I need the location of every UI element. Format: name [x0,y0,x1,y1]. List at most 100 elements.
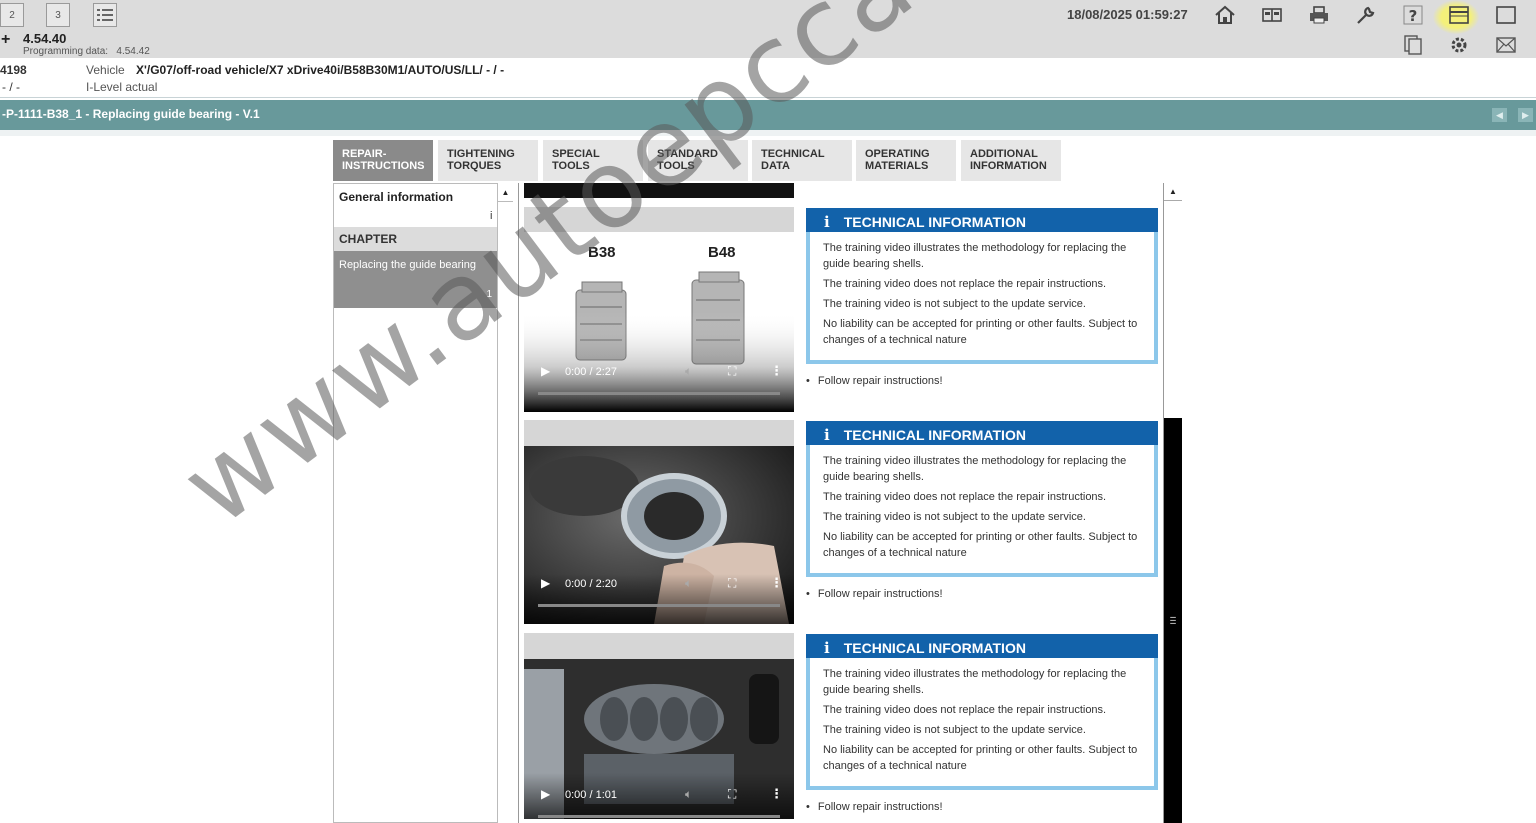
chapter-panel: General information i CHAPTER Replacing … [333,183,513,823]
technical-info-body: The training video illustrates the metho… [810,445,1154,573]
more-options-icon[interactable]: ⋮ [770,575,783,591]
technical-info-box-1: i TECHNICAL INFORMATION The training vide… [806,208,1158,364]
technical-info-body: The training video illustrates the metho… [810,658,1154,786]
info-icon: i [824,426,830,444]
technical-info-line: The training video illustrates the metho… [823,668,1127,696]
technical-info-line: The training video does not replace the … [823,491,1107,503]
chapter-item-label: Replacing the guide bearing [339,259,476,271]
window-button-3[interactable]: 3 [46,3,70,27]
technical-info-line: The training video is not subject to the… [823,724,1086,736]
display-button[interactable] [1446,3,1472,27]
video-progress-bar[interactable] [538,815,780,818]
video-time: 0:00 / 2:20 [565,578,617,590]
vehicle-value: X'/G07/off-road vehicle/X7 xDrive40i/B58… [136,63,505,77]
technical-info-line: The training video is not subject to the… [823,298,1086,310]
technical-info-body: The training video illustrates the metho… [810,232,1154,360]
maximize-icon [1496,6,1516,24]
service-button[interactable] [1353,3,1379,27]
document-titlebar: -P-1111-B38_1 - Replacing guide bearing … [0,100,1536,130]
previous-button[interactable]: ◀ [1492,108,1507,122]
video-progress-bar[interactable] [538,392,780,395]
play-icon[interactable]: ▶ [541,364,550,378]
video-player-1[interactable]: B38 B48 ▶ 0:00 / 2:27 🔈︎ ⛶ ⋮ [524,232,794,412]
video-player-2[interactable]: ▶ 0:00 / 2:20 🔈︎ ⛶ ⋮ [524,420,794,624]
play-icon[interactable]: ▶ [541,787,550,801]
next-button[interactable]: ▶ [1518,108,1533,122]
window-button-2[interactable]: 2 [0,3,24,27]
tab-special-tools[interactable]: SPECIAL TOOLS [543,140,643,181]
technical-info-line: The training video does not replace the … [823,278,1107,290]
tab-tightening-torques[interactable]: TIGHTENING TORQUES [438,140,538,181]
follow-instructions-note: Follow repair instructions! [806,375,943,387]
technical-info-line: The training video illustrates the metho… [823,242,1127,270]
scroll-up-button[interactable]: ▲ [1164,183,1182,201]
arrow-up-icon: ▲ [1169,187,1177,196]
more-options-icon[interactable]: ⋮ [770,786,783,802]
tab-technical-data[interactable]: TECHNICAL DATA [752,140,852,181]
book-icon [1262,8,1282,22]
list-button[interactable] [93,3,117,27]
grip-icon: – – – [1170,612,1176,629]
programming-data: Programming data: 4.54.42 [23,46,150,57]
technical-info-box-2: i TECHNICAL INFORMATION The training vide… [806,421,1158,577]
fullscreen-icon[interactable]: ⛶ [728,787,736,802]
technical-info-line: The training video is not subject to the… [823,511,1086,523]
arrow-up-icon: ▲ [501,188,510,197]
video-header-strip [524,420,794,446]
more-options-icon[interactable]: ⋮ [770,363,783,379]
toolbar: 2 3 18/08/2025 01:59:27 ? + 4.54.40 Prog… [0,0,1536,58]
print-button[interactable] [1306,3,1332,27]
help-button[interactable]: ? [1400,3,1426,27]
general-information-marker: i [490,210,493,222]
vehicle-dashes: - / - [2,80,20,94]
video-player-3[interactable]: ▶ 0:00 / 1:01 🔈︎ ⛶ ⋮ [524,633,794,819]
gear-icon [1451,37,1467,53]
manual-button[interactable] [1259,3,1285,27]
chapter-item-replacing-guide-bearing[interactable]: Replacing the guide bearing 1 [334,251,497,308]
volume-icon[interactable]: 🔈︎ [685,576,692,591]
chapter-scroll-up[interactable]: ▲ [497,184,513,202]
window-icon [1449,6,1469,24]
technical-info-header: i TECHNICAL INFORMATION [806,421,1158,445]
mail-button[interactable] [1493,33,1519,57]
technical-info-line: The training video does not replace the … [823,704,1107,716]
tab-repair-instructions[interactable]: REPAIR- INSTRUCTIONS [333,140,433,181]
programming-data-value: 4.54.42 [116,46,150,57]
volume-icon[interactable]: 🔈︎ [685,364,692,379]
home-icon [1215,5,1235,24]
home-button[interactable] [1212,3,1238,27]
ilevel-label: I-Level actual [86,80,158,94]
tab-additional-information[interactable]: ADDITIONAL INFORMATION [961,140,1061,181]
version-number: 4.54.40 [23,31,67,46]
fullscreen-icon[interactable]: ⛶ [728,576,736,591]
help-icon: ? [1403,5,1423,25]
general-information-link[interactable]: General information [339,190,453,204]
fullscreen-icon[interactable]: ⛶ [728,364,736,379]
play-icon[interactable]: ▶ [541,576,550,590]
info-icon: i [824,213,830,231]
tab-operating-materials[interactable]: OPERATING MATERIALS [856,140,956,181]
technical-info-line: No liability can be accepted for printin… [823,744,1138,772]
svg-text:?: ? [1409,7,1418,25]
technical-info-line: No liability can be accepted for printin… [823,318,1138,346]
engine-illustration [524,271,794,412]
mail-icon [1496,37,1516,53]
add-icon[interactable]: + [1,31,10,49]
scrollbar-thumb[interactable]: – – – [1164,418,1182,823]
list-icon [97,9,113,21]
content-scrollbar[interactable]: ▲ – – – [1163,183,1182,823]
video-controls [524,411,794,412]
programming-data-label: Programming data: [23,46,109,57]
technical-info-line: No liability can be accepted for printin… [823,531,1138,559]
document-button[interactable] [1400,33,1426,57]
technical-info-header: i TECHNICAL INFORMATION [806,208,1158,232]
tab-standard-tools[interactable]: STANDARD TOOLS [648,140,748,181]
settings-button[interactable] [1446,33,1472,57]
arrow-left-icon: ◀ [1496,109,1503,120]
maximize-button[interactable] [1493,3,1519,27]
video-header-strip [524,633,794,659]
volume-icon[interactable]: 🔈︎ [685,787,692,802]
technical-info-title: TECHNICAL INFORMATION [843,640,1026,656]
technical-info-header: i TECHNICAL INFORMATION [806,634,1158,658]
video-progress-bar[interactable] [538,604,780,607]
